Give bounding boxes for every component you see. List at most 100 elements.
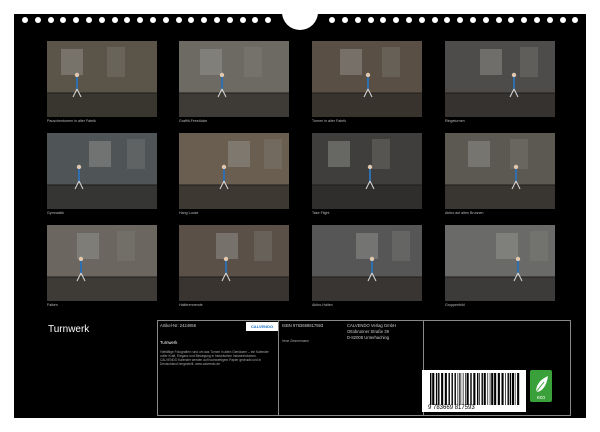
eco-badge: eco xyxy=(530,370,552,402)
photo-thumbnail xyxy=(47,133,157,209)
barcode-bar xyxy=(487,373,489,405)
photo-caption: Falken xyxy=(47,303,58,307)
photo-image xyxy=(445,133,555,209)
binding-hole xyxy=(546,17,553,23)
photo-thumbnail xyxy=(179,133,289,209)
barcode-bar xyxy=(481,373,483,405)
barcode-bar xyxy=(494,373,497,405)
photo-image xyxy=(179,133,289,209)
barcode-bar xyxy=(497,373,500,405)
binding-hole xyxy=(265,17,272,23)
photo-image xyxy=(47,133,157,209)
photo-caption: Gymnastik xyxy=(47,211,64,215)
barcode-number: 9 783669 817593 xyxy=(428,405,475,411)
barcode-bar xyxy=(489,373,491,405)
barcode-bar xyxy=(457,373,459,405)
binding-hole xyxy=(534,17,540,23)
binding-hole xyxy=(34,17,41,23)
binding-hole xyxy=(73,17,80,23)
author: Irene Zimmermann xyxy=(282,339,309,343)
barcode-bar xyxy=(470,373,472,405)
barcode-bar xyxy=(430,373,432,405)
binding-hole xyxy=(482,17,489,23)
photo-caption: Pauschenturnen in alter Fabrik xyxy=(47,119,96,123)
photo-thumbnail xyxy=(445,133,555,209)
photo-image xyxy=(312,133,422,209)
photo-thumbnail xyxy=(179,41,289,117)
binding-hole xyxy=(60,17,67,23)
leaf-icon: eco xyxy=(535,376,548,401)
calendar-name: Turnwerk xyxy=(160,340,178,345)
calendar-back-cover: Pauschenturnen in alter Fabrik Graffiti-F… xyxy=(14,14,586,418)
binding-hole xyxy=(495,17,502,23)
photo-caption: Take Flight xyxy=(312,211,330,215)
photo-thumbnail xyxy=(445,41,555,117)
barcode-bar xyxy=(465,373,466,405)
photo-thumbnail xyxy=(445,225,555,301)
barcode-bar xyxy=(454,373,456,405)
barcode-bar xyxy=(509,373,512,405)
binding-hole xyxy=(354,17,361,23)
photo-caption: Turnen in alter Fabrik xyxy=(312,119,347,123)
isbn: ISBN 9783669817593 xyxy=(282,323,324,328)
photo-image xyxy=(179,225,289,301)
photo-image xyxy=(179,41,289,117)
binding-hole xyxy=(47,17,54,23)
binding-hole xyxy=(406,17,412,23)
barcode-bar xyxy=(517,373,520,405)
binding-hole xyxy=(470,17,476,23)
binding-hole xyxy=(367,17,374,23)
info-divider xyxy=(278,321,279,415)
binding-hole xyxy=(188,17,195,23)
barcode-bar xyxy=(432,373,435,405)
barcode-bar xyxy=(479,373,480,405)
binding-hole xyxy=(572,17,579,23)
photo-caption: Hang Loose xyxy=(179,211,199,215)
binding-hole xyxy=(111,17,118,23)
barcode-bar xyxy=(459,373,460,405)
binding-hole xyxy=(150,17,156,23)
calendar-title: Turnwerk xyxy=(48,324,90,335)
barcode-bar xyxy=(491,373,494,405)
photo-caption: Halbtrennende xyxy=(179,303,203,307)
binding-hole xyxy=(457,17,464,23)
photo-thumbnail xyxy=(312,133,422,209)
barcode-bar xyxy=(435,373,438,405)
publisher-line-1: CALVENDO Verlag GmbH xyxy=(347,323,397,328)
photo-thumbnail xyxy=(47,41,157,117)
binding-hole xyxy=(431,17,438,23)
binding-hole xyxy=(98,17,105,23)
barcode-bar xyxy=(460,373,462,405)
barcode-bar xyxy=(438,373,440,405)
binding-hole xyxy=(239,17,246,23)
binding-hole xyxy=(393,17,400,23)
photo-image xyxy=(445,41,555,117)
barcode-bar xyxy=(462,373,464,405)
photo-thumbnail xyxy=(312,225,422,301)
binding-hole xyxy=(508,17,515,23)
publisher-line-2: Ottobrunner Straße 39 xyxy=(347,329,389,334)
binding-hole xyxy=(329,17,336,23)
binding-hole xyxy=(137,17,144,23)
binding-hole xyxy=(226,17,233,23)
photo-image xyxy=(312,41,422,117)
binding-hole xyxy=(201,17,208,23)
photo-caption: Gruppenbild xyxy=(445,303,465,307)
photo-thumbnail xyxy=(312,41,422,117)
photo-caption: Ringeturnen xyxy=(445,119,465,123)
binding-hole xyxy=(252,17,259,23)
barcode-bar xyxy=(444,373,447,405)
barcode-bar xyxy=(511,373,514,405)
binding-hole xyxy=(380,17,387,23)
barcode-bar xyxy=(477,373,479,405)
binding-hole xyxy=(175,17,182,23)
binding-hole xyxy=(124,17,131,23)
photo-thumbnail xyxy=(47,225,157,301)
binding-hole xyxy=(559,17,566,23)
photo-image xyxy=(312,225,422,301)
photo-image xyxy=(47,225,157,301)
binding-hole xyxy=(214,17,220,23)
photo-caption: Graffiti-Feestücke xyxy=(179,119,208,123)
binding-hole xyxy=(86,17,92,23)
publisher-line-3: D-82008 Unterhaching xyxy=(347,335,390,340)
